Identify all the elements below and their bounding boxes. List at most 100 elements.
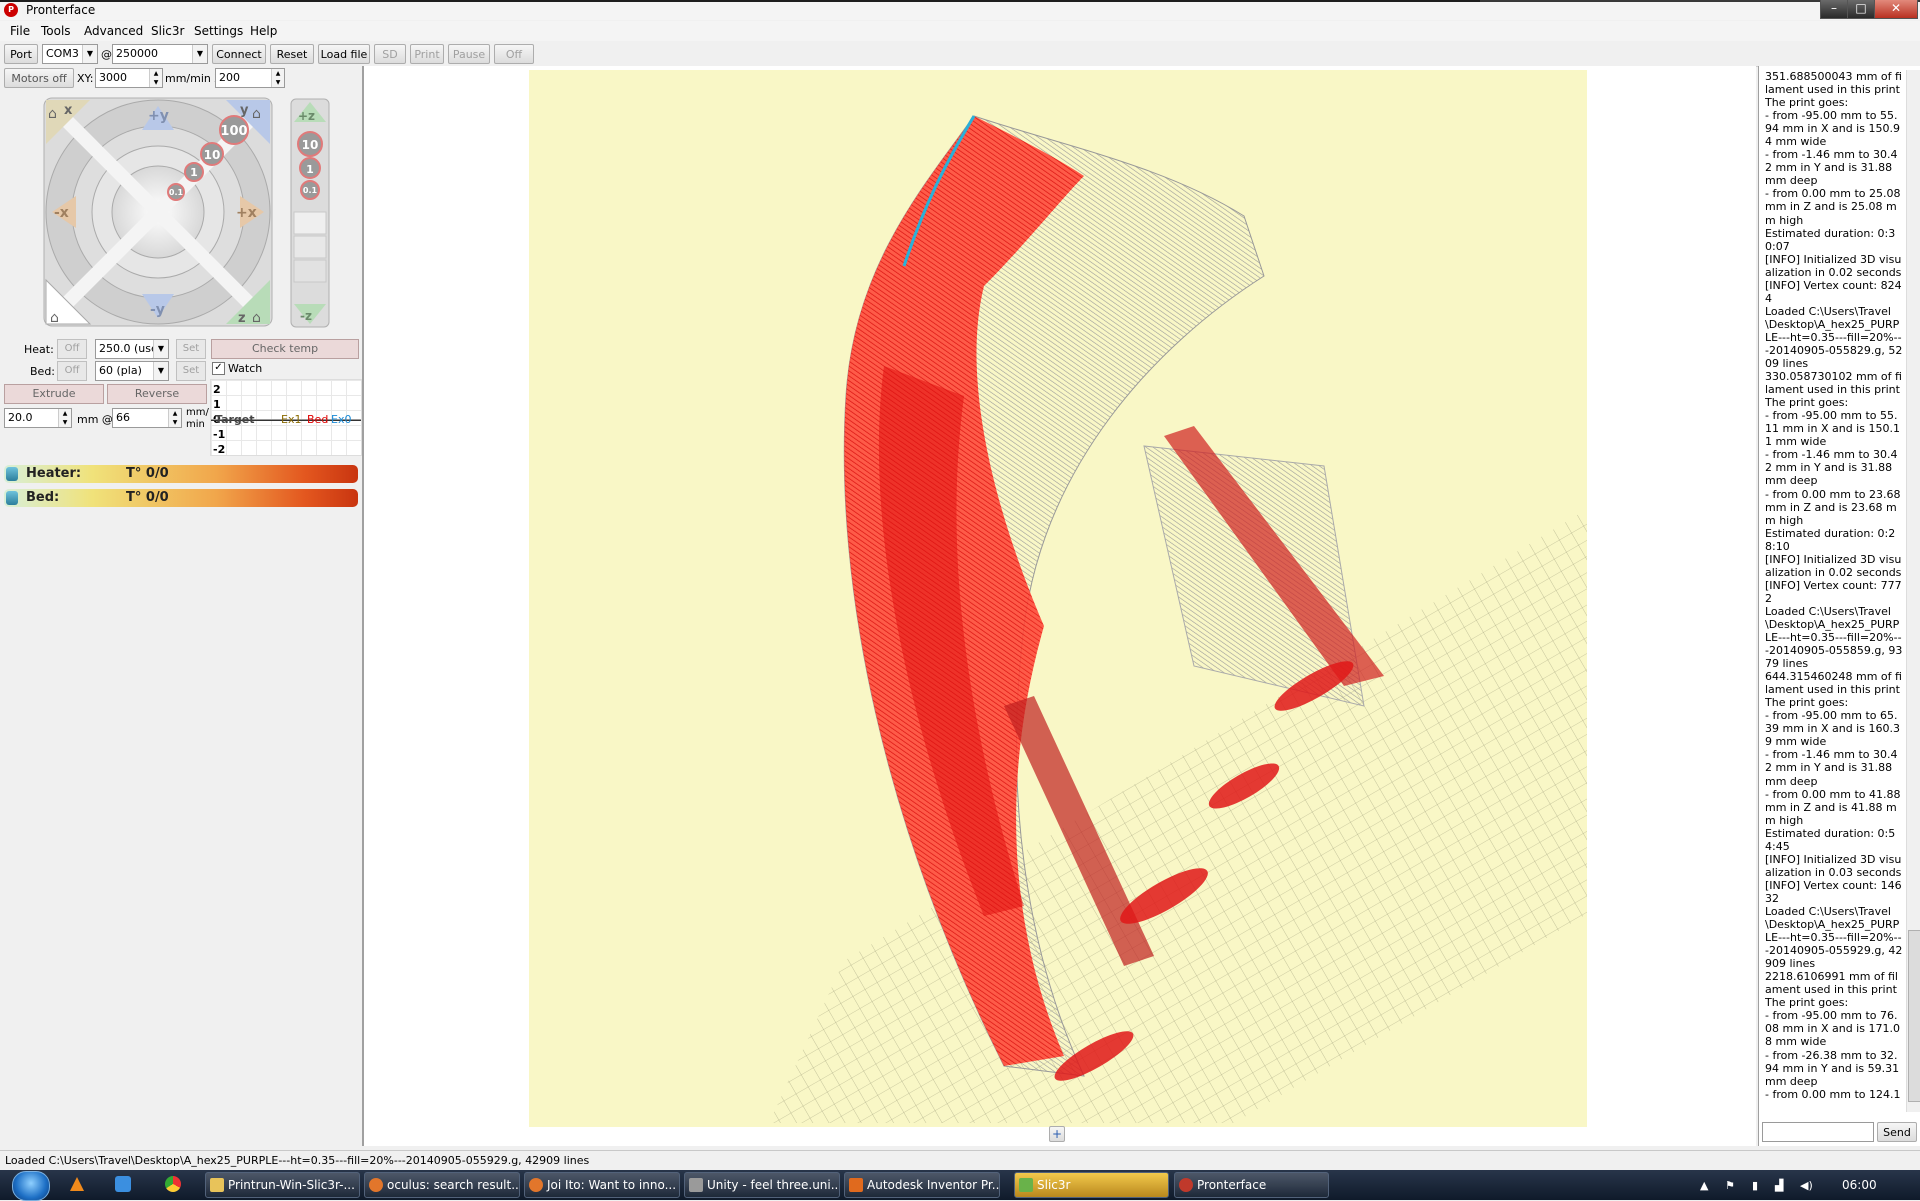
z-step-slot[interactable] <box>293 235 327 259</box>
taskbar-item-unity[interactable]: Unity - feel three.uni... <box>684 1172 840 1198</box>
menu-help[interactable]: Help <box>250 24 277 38</box>
inventor-icon <box>849 1178 863 1192</box>
dropbox-icon[interactable] <box>115 1176 131 1192</box>
reset-button[interactable]: Reset <box>270 44 314 64</box>
taskbar-item-inventor[interactable]: Autodesk Inventor Pr... <box>844 1172 1000 1198</box>
volume-icon[interactable]: ◀) <box>1800 1179 1813 1192</box>
chrome-icon[interactable] <box>165 1176 181 1192</box>
z-step-label-10: 10 <box>302 138 319 152</box>
clock[interactable]: 06:00 <box>1842 1178 1877 1192</box>
z-feedrate-value: 200 <box>219 71 240 84</box>
minimize-button[interactable]: – <box>1820 0 1848 19</box>
pause-button[interactable]: Pause <box>448 44 490 64</box>
baud-select[interactable]: 250000 ▼ <box>112 44 208 64</box>
chevron-down-icon: ▼ <box>153 340 168 358</box>
minus-z-label: -z <box>300 309 312 323</box>
unity-icon <box>689 1178 703 1192</box>
bed-temp-select[interactable]: 60 (pla) ▼ <box>95 361 169 381</box>
taskbar-item-browser-2[interactable]: Joi Ito: Want to inno... <box>524 1172 680 1198</box>
off-button[interactable]: Off <box>494 44 534 64</box>
toolpath-render <box>769 115 1587 1123</box>
step-label-100: 100 <box>220 124 247 139</box>
z-step-label-0-1: 0.1 <box>303 186 318 195</box>
menu-settings[interactable]: Settings <box>194 24 243 38</box>
log-scrollbar[interactable] <box>1906 70 1920 1112</box>
extrude-speed-input[interactable]: 66 ▲ ▼ <box>112 408 182 428</box>
check-temp-button[interactable]: Check temp <box>211 339 359 359</box>
heat-off-button[interactable]: Off <box>57 339 87 359</box>
port-value: COM3 <box>46 47 79 60</box>
motors-off-button[interactable]: Motors off <box>4 68 74 88</box>
signal-icon[interactable]: ▟ <box>1775 1179 1783 1192</box>
spin-arrows-icon: ▲ ▼ <box>271 69 284 87</box>
chevron-down-icon: ▼ <box>192 45 207 63</box>
title-bar: P Pronterface – □ ✕ <box>0 0 1920 20</box>
speed-unit-label: min <box>186 419 205 430</box>
console-log: 351.688500043 mm of filament used in thi… <box>1765 70 1903 1100</box>
home-icon: ⌂ <box>50 310 59 326</box>
menu-advanced[interactable]: Advanced <box>84 24 143 38</box>
minus-x-label: -x <box>54 205 69 221</box>
menu-bar: File Tools Advanced Slic3r Settings Help <box>0 21 1920 41</box>
home-icon: ⌂ <box>252 106 261 122</box>
maximize-button[interactable]: □ <box>1847 0 1875 19</box>
print-button[interactable]: Print <box>410 44 444 64</box>
heat-set-button[interactable]: Set <box>176 339 206 359</box>
z-jog-control[interactable]: +z -z 10 1 0.1 <box>290 98 330 328</box>
at-label: @ <box>101 48 112 61</box>
baud-value: 250000 <box>116 47 158 60</box>
z-step-slot[interactable] <box>293 259 327 283</box>
port-select[interactable]: COM3 ▼ <box>42 44 98 64</box>
load-file-button[interactable]: Load file <box>318 44 370 64</box>
firefox-icon <box>529 1178 543 1192</box>
bed-set-button[interactable]: Set <box>176 361 206 381</box>
tray-expand-icon[interactable]: ▲ <box>1700 1179 1708 1192</box>
menu-tools[interactable]: Tools <box>41 24 71 38</box>
taskbar-item-slic3r[interactable]: Slic3r <box>1014 1172 1169 1198</box>
minus-y-label: -y <box>150 302 165 318</box>
command-input[interactable] <box>1762 1122 1874 1142</box>
graph-tick: 2 <box>213 383 221 396</box>
taskbar-item-explorer[interactable]: Printrun-Win-Slic3r-... <box>205 1172 360 1198</box>
start-button[interactable] <box>12 1171 50 1201</box>
network-icon[interactable]: ▮ <box>1752 1179 1758 1192</box>
control-panel: Motors off XY: 3000 ▲ ▼ mm/min Z: 200 ▲ ▼ … <box>0 66 364 1146</box>
spin-arrows-icon: ▲ ▼ <box>168 409 181 427</box>
bed-off-button[interactable]: Off <box>57 361 87 381</box>
send-button[interactable]: Send <box>1877 1122 1917 1142</box>
extrude-button[interactable]: Extrude <box>4 384 104 404</box>
z-step-slot[interactable] <box>293 211 327 235</box>
status-text: Loaded C:\Users\Travel\Desktop\A_hex25_P… <box>5 1154 590 1167</box>
legend-bed: Bed <box>307 413 329 426</box>
folder-icon <box>210 1178 224 1192</box>
taskbar-item-browser-1[interactable]: oculus: search result... <box>364 1172 520 1198</box>
port-button[interactable]: Port <box>4 44 38 64</box>
extrude-length-value: 20.0 <box>8 411 33 424</box>
xy-feedrate-input[interactable]: 3000 ▲ ▼ <box>95 68 163 88</box>
gauge-knob <box>6 491 18 505</box>
flag-icon[interactable]: ⚑ <box>1725 1179 1735 1192</box>
menu-file[interactable]: File <box>10 24 30 38</box>
reverse-button[interactable]: Reverse <box>107 384 207 404</box>
zoom-plus-button[interactable]: + <box>1049 1126 1065 1142</box>
taskbar-item-pronterface[interactable]: Pronterface <box>1174 1172 1329 1198</box>
task-label: Unity - feel three.uni... <box>707 1178 840 1192</box>
extrude-length-input[interactable]: 20.0 ▲ ▼ <box>4 408 72 428</box>
close-button[interactable]: ✕ <box>1874 0 1918 19</box>
pronterface-icon <box>1179 1178 1193 1192</box>
heat-temp-select[interactable]: 250.0 (user ▼ <box>95 339 169 359</box>
connect-button[interactable]: Connect <box>212 44 266 64</box>
status-bar: Loaded C:\Users\Travel\Desktop\A_hex25_P… <box>0 1150 1920 1171</box>
extrude-speed-value: 66 <box>116 411 130 424</box>
watch-checkbox[interactable]: ✓ <box>212 362 225 375</box>
vlc-icon[interactable] <box>70 1177 84 1191</box>
plus-x-label: +x <box>236 205 257 221</box>
menu-slic3r[interactable]: Slic3r <box>151 24 184 38</box>
home-z-label: z <box>238 311 246 326</box>
xy-jog-control[interactable]: ⌂ x y ⌂ z ⌂ ⌂ +y -y -x +x 100 10 1 0.1 <box>42 96 274 332</box>
gcode-3d-viewport[interactable]: + <box>364 66 1756 1146</box>
sd-button[interactable]: SD <box>374 44 406 64</box>
log-scrollbar-thumb[interactable] <box>1908 930 1920 1102</box>
heater-gauge-value: T° 0/0 <box>126 466 169 481</box>
z-feedrate-input[interactable]: 200 ▲ ▼ <box>215 68 285 88</box>
